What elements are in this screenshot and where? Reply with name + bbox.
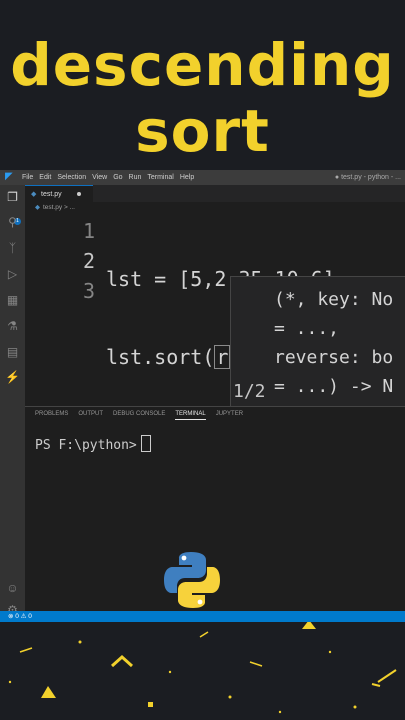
breadcrumb-file[interactable]: test.py bbox=[43, 204, 62, 211]
tab-debug-console[interactable]: DEBUG CONSOLE bbox=[113, 411, 165, 420]
tab-label: test.py bbox=[41, 191, 62, 198]
line-number: 2 bbox=[82, 249, 95, 273]
python-logo-icon bbox=[164, 552, 220, 608]
menu-file[interactable]: File bbox=[22, 170, 33, 185]
panel-tabs: PROBLEMS OUTPUT DEBUG CONSOLE TERMINAL J… bbox=[35, 411, 243, 420]
menu-terminal[interactable]: Terminal bbox=[147, 170, 173, 185]
line-number: 3 bbox=[82, 279, 95, 303]
menu: File Edit Selection View Go Run Terminal… bbox=[22, 170, 194, 185]
status-bar: ⊗ 0 ⚠ 0 bbox=[0, 611, 405, 622]
run-debug-icon[interactable]: ▷ bbox=[5, 267, 20, 282]
activity-bar: ❐ 1 ⚲ ᛉ ▷ ▦ ⚗ ▤ ⚡ ☺ ⚙ bbox=[0, 185, 25, 617]
python-file-icon: ◆ bbox=[35, 204, 40, 211]
window-title: ● test.py - python - ... bbox=[334, 174, 401, 181]
text-cursor-token: r bbox=[214, 345, 231, 369]
explorer-icon[interactable]: ❐ bbox=[5, 190, 20, 205]
line-number: 1 bbox=[82, 219, 95, 243]
headline-line-1: descending bbox=[10, 31, 395, 99]
unsaved-dot-icon[interactable] bbox=[77, 192, 81, 196]
menu-help[interactable]: Help bbox=[180, 170, 194, 185]
testing-icon[interactable]: ⚗ bbox=[5, 319, 20, 334]
lightning-icon[interactable]: ⚡ bbox=[5, 370, 20, 385]
menu-go[interactable]: Go bbox=[113, 170, 122, 185]
tab-terminal[interactable]: TERMINAL bbox=[175, 411, 206, 420]
prompt-text: PS F:\python> bbox=[35, 438, 137, 453]
python-file-icon: ◆ bbox=[31, 191, 37, 198]
signature-text: (*, key: No = ..., reverse: bo = ...) ->… bbox=[274, 289, 394, 397]
source-control-icon[interactable]: ᛉ bbox=[5, 241, 20, 256]
menu-edit[interactable]: Edit bbox=[39, 170, 51, 185]
breadcrumb: ◆ test.py > ... bbox=[25, 202, 75, 214]
breadcrumb-sep: > ... bbox=[63, 204, 75, 211]
remote-explorer-icon[interactable]: ▤ bbox=[5, 345, 20, 360]
decorative-background bbox=[8, 622, 397, 714]
extensions-icon[interactable]: ▦ bbox=[5, 293, 20, 308]
menu-bar: ◤ File Edit Selection View Go Run Termin… bbox=[0, 170, 405, 185]
vscode-logo-icon: ◤ bbox=[5, 171, 13, 182]
terminal-prompt[interactable]: PS F:\python> bbox=[35, 435, 151, 453]
parameter-hint-popup: (*, key: No = ..., reverse: bo = ...) ->… bbox=[230, 276, 405, 409]
problems-indicator[interactable]: ⊗ 0 ⚠ 0 bbox=[8, 611, 32, 622]
account-icon[interactable]: ☺ bbox=[5, 581, 20, 596]
tab-jupyter[interactable]: JUPYTER bbox=[216, 411, 243, 420]
search-icon[interactable]: ⚲ bbox=[5, 215, 20, 230]
line-gutter: 1 2 3 bbox=[70, 216, 95, 306]
menu-selection[interactable]: Selection bbox=[57, 170, 86, 185]
signature-counter[interactable]: 1/2 bbox=[233, 381, 266, 402]
terminal-cursor bbox=[140, 435, 151, 452]
tab-bar: ◆ test.py bbox=[25, 185, 405, 203]
tab-problems[interactable]: PROBLEMS bbox=[35, 411, 68, 420]
tab-test-py[interactable]: ◆ test.py bbox=[25, 185, 93, 203]
menu-run[interactable]: Run bbox=[129, 170, 142, 185]
tab-output[interactable]: OUTPUT bbox=[78, 411, 103, 420]
vscode-window: ◤ File Edit Selection View Go Run Termin… bbox=[0, 170, 405, 622]
code-text: lst.sort( bbox=[106, 345, 215, 369]
menu-view[interactable]: View bbox=[92, 170, 107, 185]
headline-line-2: sort bbox=[135, 97, 270, 165]
